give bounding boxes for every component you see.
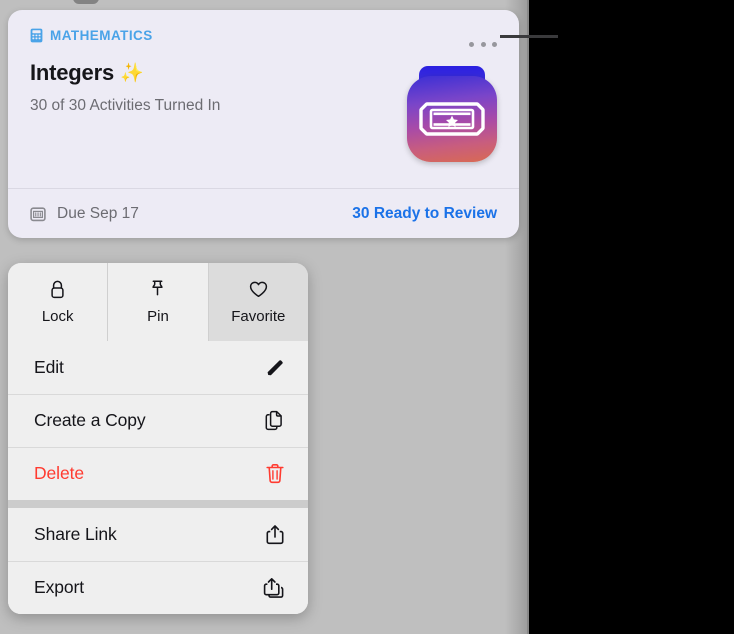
menu-item-edit[interactable]: Edit [8, 341, 308, 394]
ticket-star-icon [419, 102, 485, 136]
ellipsis-icon[interactable] [469, 37, 497, 51]
calendar-icon [30, 206, 46, 222]
clipped-top-element [73, 0, 99, 4]
due-date-label: Due Sep 17 [57, 204, 139, 222]
quick-action-pin[interactable]: Pin [108, 263, 209, 341]
quick-action-favorite[interactable]: Favorite [208, 263, 308, 341]
quick-action-pin-label: Pin [147, 308, 169, 325]
share-icon [264, 523, 286, 546]
pin-icon [149, 279, 166, 300]
subject-row: MATHEMATICS [30, 28, 153, 43]
quick-action-lock-label: Lock [41, 308, 74, 325]
context-menu[interactable]: Lock Pin Favorite Edit Create a Copy Del… [8, 263, 308, 614]
quick-action-lock[interactable]: Lock [8, 263, 109, 341]
context-menu-group-separator [8, 500, 308, 508]
context-menu-group-1: Edit Create a Copy Delete [8, 341, 308, 500]
quick-action-favorite-label: Favorite [231, 308, 286, 325]
lock-icon [49, 279, 66, 300]
callout-line [500, 35, 558, 38]
assignment-title-row: Integers ✨ [30, 60, 144, 86]
quick-actions-row: Lock Pin Favorite [8, 263, 308, 341]
assignment-card[interactable]: MATHEMATICS Integers ✨ 30 of 30 Activiti… [8, 10, 519, 238]
activity-app-icon [407, 66, 497, 162]
menu-item-create-a-copy-label: Create a Copy [34, 410, 146, 430]
heart-icon [248, 279, 269, 300]
menu-item-export[interactable]: Export [8, 561, 308, 614]
menu-item-share-link[interactable]: Share Link [8, 508, 308, 561]
menu-item-share-link-label: Share Link [34, 524, 117, 544]
subject-label: MATHEMATICS [50, 28, 153, 43]
calculator-icon [30, 28, 43, 43]
activities-turned-in-status: 30 of 30 Activities Turned In [30, 97, 221, 114]
menu-item-delete[interactable]: Delete [8, 447, 308, 500]
menu-item-edit-label: Edit [34, 357, 64, 377]
due-date: Due Sep 17 [30, 205, 139, 223]
duplicate-icon [263, 409, 286, 432]
menu-item-delete-label: Delete [34, 463, 84, 483]
screen: MATHEMATICS Integers ✨ 30 of 30 Activiti… [0, 0, 734, 634]
assignment-card-body: MATHEMATICS Integers ✨ 30 of 30 Activiti… [8, 10, 519, 188]
menu-item-create-a-copy[interactable]: Create a Copy [8, 394, 308, 447]
export-icon [262, 576, 286, 600]
context-menu-group-2: Share Link Export [8, 508, 308, 614]
ready-to-review-link[interactable]: 30 Ready to Review [352, 205, 497, 223]
assignment-card-footer: Due Sep 17 30 Ready to Review [8, 188, 519, 238]
sparkles-icon: ✨ [119, 62, 144, 84]
menu-item-export-label: Export [34, 577, 84, 597]
trash-icon [264, 462, 286, 485]
pencil-icon [264, 357, 286, 379]
page-title: Integers [30, 60, 114, 85]
